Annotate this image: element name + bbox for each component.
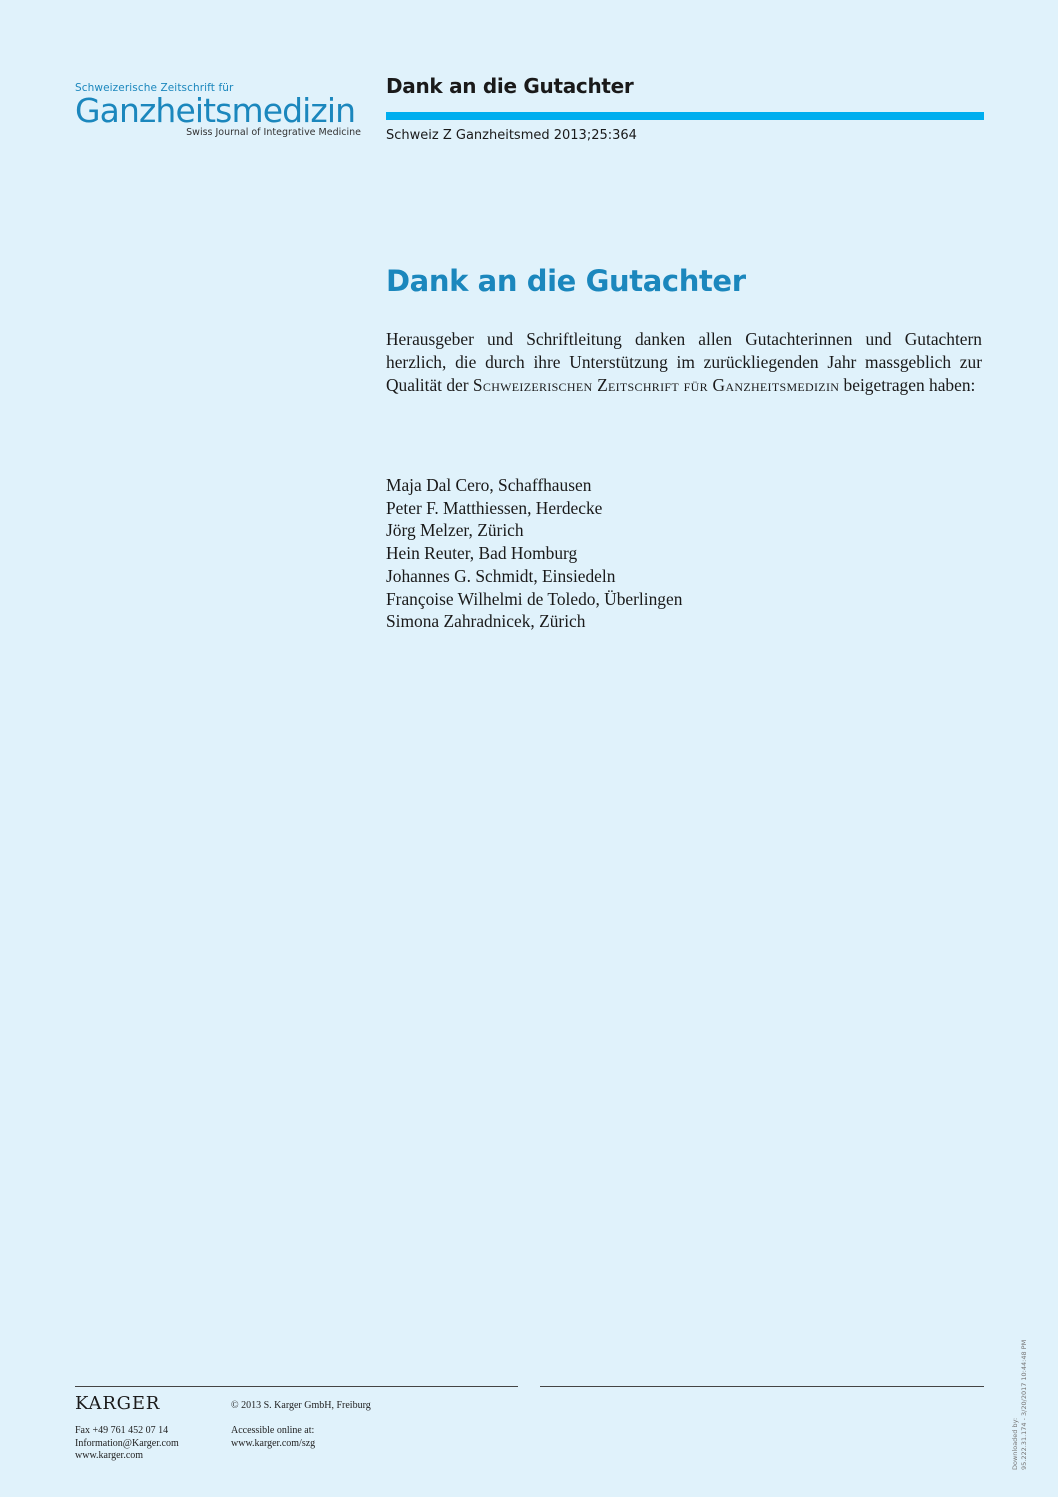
copyright-notice: © 2013 S. Karger GmbH, Freiburg xyxy=(231,1400,371,1411)
online-access: Accessible online at: www.karger.com/szg xyxy=(231,1425,315,1450)
reviewer-list: Maja Dal Cero, Schaffhausen Peter F. Mat… xyxy=(386,474,682,633)
article-intro: Herausgeber und Schriftleitung danken al… xyxy=(386,328,982,397)
list-item: Hein Reuter, Bad Homburg xyxy=(386,543,578,564)
list-item: Maja Dal Cero, Schaffhausen xyxy=(386,475,592,495)
list-item: Peter F. Matthiessen, Herdecke xyxy=(386,497,603,518)
fax-number: Fax +49 761 452 07 14 xyxy=(75,1425,169,1436)
list-item: Françoise Wilhelmi de Toledo, Überlingen xyxy=(386,588,683,609)
header-citation: Schweiz Z Ganzheitsmed 2013;25:364 xyxy=(386,128,637,143)
email-link[interactable]: Information@Karger.com xyxy=(75,1438,179,1451)
article-title: Dank an die Gutachter xyxy=(386,264,746,298)
header-accent-bar xyxy=(386,112,984,120)
download-stamp-label: Downloaded by: xyxy=(1011,1417,1019,1470)
publisher-logo: KARGER xyxy=(75,1393,161,1414)
journal-url-link[interactable]: www.karger.com/szg xyxy=(231,1438,315,1451)
intro-journal-name: Schweizerischen Zeitschrift für Ganzheit… xyxy=(472,375,840,395)
logo-main-title: Ganzheitsmedizin xyxy=(75,91,356,130)
list-item: Johannes G. Schmidt, Einsiedeln xyxy=(386,565,616,586)
publisher-contact: Fax +49 761 452 07 14 Information@Karger… xyxy=(75,1425,179,1463)
journal-logo: Schweizerische Zeitschrift für Ganzheits… xyxy=(75,82,365,139)
intro-text-after: beigetragen haben: xyxy=(839,375,976,395)
download-stamp: Downloaded by: 95.222.31.174 - 3/20/2017… xyxy=(1011,1230,1028,1470)
footer-rule-right xyxy=(540,1386,984,1387)
header-title: Dank an die Gutachter xyxy=(386,74,634,98)
list-item: Jörg Melzer, Zürich xyxy=(386,520,524,541)
download-stamp-details: 95.222.31.174 - 3/20/2017 10:44:48 PM xyxy=(1019,1339,1028,1470)
website-link[interactable]: www.karger.com xyxy=(75,1450,179,1463)
footer-rule-left xyxy=(75,1386,518,1387)
list-item: Simona Zahradnicek, Zürich xyxy=(386,611,586,632)
accessible-label: Accessible online at: xyxy=(231,1425,315,1436)
